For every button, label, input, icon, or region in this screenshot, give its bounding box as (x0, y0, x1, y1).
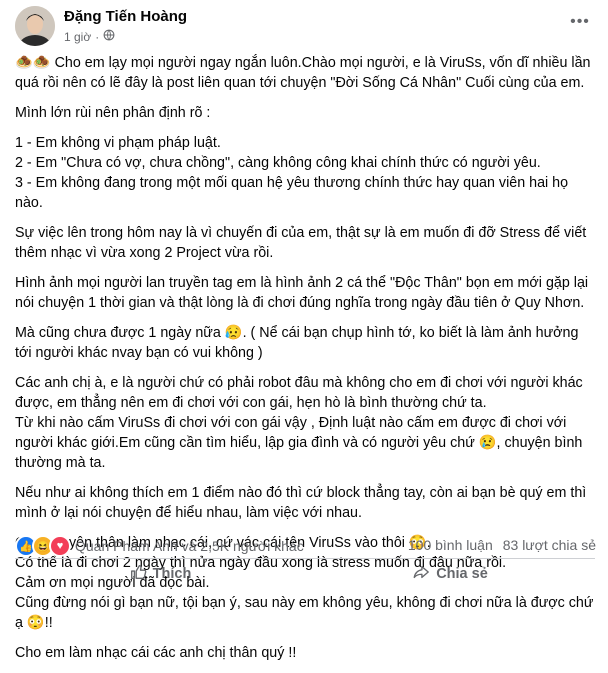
like-button[interactable]: Thích (15, 560, 305, 587)
avatar[interactable] (15, 6, 55, 46)
post-paragraph: Mà cũng chưa được 1 ngày nữa 😥. ( Nể cái… (15, 325, 579, 361)
reaction-icons: 👍 😆 ♥ (15, 535, 71, 557)
love-reaction-icon: ♥ (49, 535, 71, 557)
post-time[interactable]: 1 giờ (64, 30, 91, 44)
author-name[interactable]: Đặng Tiến Hoàng (64, 8, 187, 25)
reactions-summary[interactable]: 👍 😆 ♥ Quan Pham Anh và 2,5K người khác (15, 535, 304, 557)
post-card: Đặng Tiến Hoàng 1 giờ · ••• 🧆🧆 Cho em lạ… (0, 0, 608, 661)
reactions-count[interactable]: Quan Pham Anh và 2,5K người khác (75, 538, 304, 554)
thumbs-up-icon (129, 563, 147, 585)
post-header: Đặng Tiến Hoàng 1 giờ · ••• (0, 0, 608, 48)
post-paragraph: Mình lớn rùi nên phân định rõ : (15, 105, 211, 121)
share-count[interactable]: 83 lượt chia sẻ (503, 537, 596, 553)
globe-icon (103, 29, 115, 44)
action-bar: Thích Chia sẻ (15, 560, 595, 587)
post-paragraph: Sự việc lên trong hôm nay là vì chuyến đ… (15, 225, 587, 261)
share-arrow-icon (412, 563, 430, 585)
share-button[interactable]: Chia sẻ (305, 560, 595, 587)
more-options-icon[interactable]: ••• (566, 8, 594, 36)
like-label: Thích (152, 565, 192, 582)
dot-separator: · (95, 29, 100, 44)
post-paragraph: Các anh chị à, e là người chứ có phải ro… (15, 375, 583, 471)
comment-count[interactable]: 100 bình luận (408, 537, 493, 553)
post-stats: 100 bình luận 83 lượt chia sẻ (408, 537, 596, 553)
post-meta: 1 giờ · (64, 29, 115, 44)
divider (15, 558, 595, 559)
share-label: Chia sẻ (436, 565, 488, 582)
post-paragraph: Nếu như ai không thích em 1 điểm nào đó … (15, 485, 587, 521)
post-paragraph: 🧆🧆 Cho em lạy mọi người ngay ngắn luôn.C… (15, 55, 591, 91)
post-paragraph: 1 - Em không vi phạm pháp luật. 2 - Em "… (15, 135, 569, 211)
post-paragraph: Hình ảnh mọi người lan truyền tag em là … (15, 275, 589, 311)
post-paragraph: Cho em làm nhạc cái các anh chị thân quý… (15, 645, 297, 661)
